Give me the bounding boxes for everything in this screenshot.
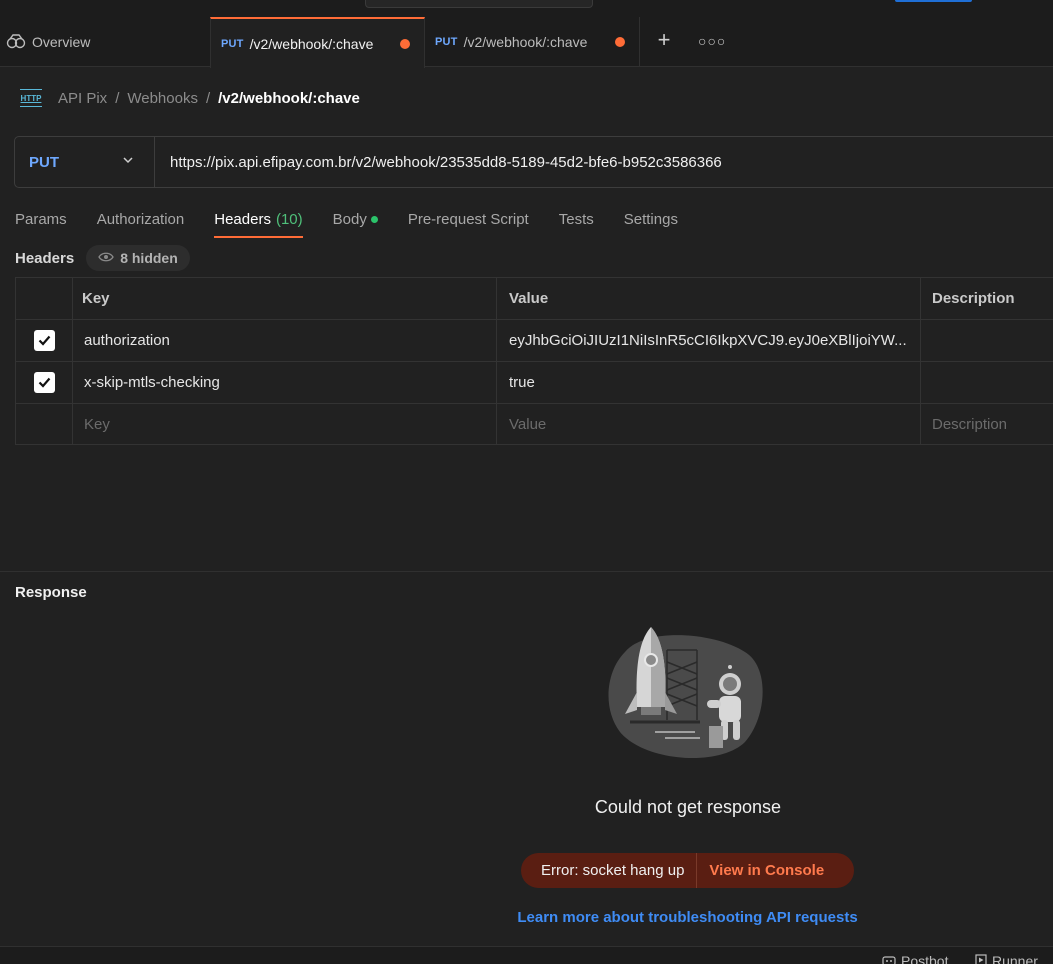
header-description-cell[interactable] bbox=[921, 320, 1053, 361]
breadcrumb-folder[interactable]: Webhooks bbox=[127, 90, 198, 107]
header-value-cell[interactable]: true bbox=[497, 362, 921, 403]
headers-table: Key Value Description authorization eyJh… bbox=[15, 277, 1053, 445]
unsaved-dot-icon bbox=[615, 37, 625, 47]
tab-params[interactable]: Params bbox=[15, 200, 67, 238]
breadcrumb-separator: / bbox=[115, 89, 120, 107]
postbot-icon bbox=[882, 953, 896, 964]
unsaved-dot-icon bbox=[400, 38, 410, 49]
table-header-check-cell bbox=[16, 278, 73, 319]
tab-request-label: /v2/webhook/:chave bbox=[463, 34, 588, 50]
checkmark-icon bbox=[38, 335, 50, 346]
rocket-launch-illustration bbox=[605, 622, 770, 764]
hidden-count-label: 8 hidden bbox=[120, 250, 178, 266]
table-row: x-skip-mtls-checking true bbox=[16, 362, 1053, 404]
request-tabs: Params Authorization Headers (10) Body P… bbox=[15, 200, 708, 238]
breadcrumb-separator: / bbox=[205, 89, 211, 107]
new-key-input[interactable]: Key bbox=[73, 404, 497, 444]
tab-overview-label: Overview bbox=[32, 34, 91, 50]
table-row: authorization eyJhbGciOiJIUzI1NiIsInR5cC… bbox=[16, 320, 1053, 362]
new-value-input[interactable]: Value bbox=[497, 404, 921, 444]
tab-settings[interactable]: Settings bbox=[624, 200, 678, 238]
breadcrumb-current[interactable]: /v2/webhook/:chave bbox=[218, 90, 360, 107]
tab-headers[interactable]: Headers (10) bbox=[214, 200, 304, 238]
tab-prerequest-script[interactable]: Pre-request Script bbox=[408, 200, 529, 238]
tab-request-label: /v2/webhook/:chave bbox=[249, 35, 374, 52]
upgrade-button[interactable] bbox=[895, 0, 972, 2]
troubleshooting-link[interactable]: Learn more about troubleshooting API req… bbox=[480, 909, 895, 926]
view-in-console-link[interactable]: View in Console bbox=[697, 862, 824, 879]
tab-method-badge: PUT bbox=[435, 36, 458, 48]
headers-title: Headers bbox=[15, 249, 75, 267]
header-key-cell[interactable]: x-skip-mtls-checking bbox=[73, 362, 497, 403]
header-key-cell[interactable]: authorization bbox=[73, 320, 497, 361]
method-label: PUT bbox=[29, 153, 59, 171]
header-enabled-checkbox[interactable] bbox=[33, 372, 55, 393]
overview-icon bbox=[6, 33, 26, 52]
headers-section-header: Headers 8 hidden bbox=[15, 245, 190, 271]
request-url-bar: PUT https://pix.api.efipay.com.br/v2/web… bbox=[14, 136, 1053, 188]
body-indicator-icon bbox=[370, 215, 378, 223]
tab-request-active[interactable]: PUT /v2/webhook/:chave bbox=[210, 17, 425, 68]
postbot-label: Postbot bbox=[901, 953, 949, 964]
runner-button[interactable]: Runner bbox=[975, 953, 1038, 964]
row-check-cell bbox=[16, 404, 73, 444]
header-description-cell[interactable] bbox=[921, 362, 1053, 403]
tab-body-label: Body bbox=[332, 210, 367, 228]
breadcrumb-collection[interactable]: API Pix bbox=[58, 90, 107, 107]
row-check-cell bbox=[16, 362, 73, 403]
tab-body[interactable]: Body bbox=[333, 200, 378, 238]
chevron-down-icon bbox=[122, 153, 134, 169]
no-response-message: Could not get response bbox=[594, 797, 782, 817]
error-text: Error: socket hang up bbox=[521, 853, 698, 888]
tab-method-badge: PUT bbox=[221, 37, 244, 50]
header-value-cell[interactable]: eyJhbGciOiJIUzI1NiIsInR5cCI6IkpXVCJ9.eyJ… bbox=[497, 320, 921, 361]
table-row-new: Key Value Description bbox=[16, 404, 1053, 444]
column-header-value: Value bbox=[497, 278, 921, 319]
tab-request[interactable]: PUT /v2/webhook/:chave bbox=[425, 17, 640, 67]
tab-authorization[interactable]: Authorization bbox=[97, 200, 185, 238]
new-description-input[interactable]: Description bbox=[921, 404, 1053, 444]
eye-icon bbox=[98, 250, 114, 266]
tab-tests[interactable]: Tests bbox=[559, 200, 594, 238]
tab-bar: Overview PUT /v2/webhook/:chave PUT /v2/… bbox=[0, 17, 1053, 68]
more-tabs-icon[interactable]: ○○○ bbox=[698, 29, 725, 53]
row-check-cell bbox=[16, 320, 73, 361]
http-icon: HTTP bbox=[20, 89, 42, 107]
response-title: Response bbox=[15, 584, 87, 601]
table-header-row: Key Value Description bbox=[16, 278, 1053, 320]
header-enabled-checkbox[interactable] bbox=[33, 330, 55, 351]
error-banner: Error: socket hang up View in Console bbox=[521, 853, 854, 888]
runner-icon bbox=[975, 953, 987, 964]
breadcrumb: HTTP API Pix / Webhooks / /v2/webhook/:c… bbox=[20, 86, 360, 110]
tab-headers-label: Headers bbox=[214, 210, 271, 228]
column-header-description: Description bbox=[932, 290, 1015, 307]
tab-overview[interactable]: Overview bbox=[0, 17, 210, 67]
headers-count-badge: (10) bbox=[275, 210, 303, 228]
column-header-key: Key bbox=[73, 278, 497, 319]
response-divider[interactable] bbox=[0, 571, 1053, 572]
postbot-button[interactable]: Postbot bbox=[882, 953, 948, 964]
url-input[interactable]: https://pix.api.efipay.com.br/v2/webhook… bbox=[170, 154, 722, 171]
runner-label: Runner bbox=[992, 953, 1038, 964]
workspace-search-box[interactable] bbox=[365, 0, 593, 8]
new-tab-plus-icon[interactable]: + bbox=[652, 29, 676, 53]
hidden-headers-toggle[interactable]: 8 hidden bbox=[86, 245, 190, 271]
checkmark-icon bbox=[38, 377, 50, 388]
method-select[interactable]: PUT bbox=[15, 137, 155, 187]
